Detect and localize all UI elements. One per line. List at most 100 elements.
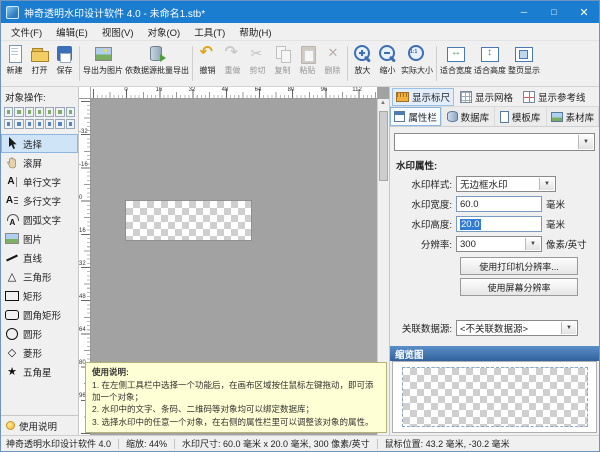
tool-diamond[interactable]: 菱形: [1, 343, 78, 362]
undo-button[interactable]: 撤销: [195, 42, 220, 85]
toolbar-label: 实际大小: [401, 65, 433, 76]
status-separator: [174, 439, 175, 449]
maximize-icon[interactable]: □: [539, 1, 569, 23]
minimize-icon[interactable]: ─: [509, 1, 539, 23]
menu-file[interactable]: 文件(F): [4, 23, 49, 40]
tool-label: 三角形: [23, 270, 52, 284]
tool-star[interactable]: 五角星: [1, 362, 78, 381]
main-content: 对象操作: 选择 滚屏 单行文字 多行文字 圆弧文字 图片: [1, 87, 599, 435]
copy-button[interactable]: 复制: [270, 42, 295, 85]
open-button[interactable]: 打开: [27, 42, 52, 85]
width-label: 水印宽度:: [394, 197, 456, 211]
watermark-height-row: 水印高度: 20.0 毫米: [390, 214, 599, 234]
tool-line[interactable]: 直线: [1, 248, 78, 267]
tab-database[interactable]: 数据库: [442, 107, 494, 126]
dpi-value: 300: [460, 239, 476, 250]
tool-circle[interactable]: 圆形: [1, 324, 78, 343]
new-button[interactable]: 新建: [2, 42, 27, 85]
object-selector-dropdown[interactable]: [394, 133, 595, 151]
move-down-layer-icon[interactable]: [35, 107, 44, 117]
tool-triangle[interactable]: 三角形: [1, 267, 78, 286]
menu-help[interactable]: 帮助(H): [232, 23, 278, 40]
chevron-down-icon[interactable]: [578, 135, 593, 149]
view-toggles: 显示标尺 显示网格 显示参考线: [390, 87, 599, 107]
paste-button[interactable]: 粘贴: [295, 42, 320, 85]
use-printer-dpi-button[interactable]: 使用打印机分辨率...: [460, 257, 578, 275]
menu-view[interactable]: 视图(V): [95, 23, 141, 40]
style-select[interactable]: 无边框水印: [456, 176, 556, 192]
tool-image[interactable]: 图片: [1, 229, 78, 248]
menu-object[interactable]: 对象(O): [140, 23, 187, 40]
undo-icon: [198, 44, 218, 64]
horizontal-ruler[interactable]: 0 16 32 48 64 80 96 112: [91, 87, 377, 99]
show-grid-toggle[interactable]: 显示网格: [456, 88, 517, 106]
dpi-select[interactable]: 300: [456, 236, 542, 252]
actual-size-button[interactable]: 实际大小: [400, 42, 434, 85]
toolbar-separator: [192, 46, 193, 81]
zoom-in-button[interactable]: 放大: [350, 42, 375, 85]
tool-single-line-text[interactable]: 单行文字: [1, 172, 78, 191]
align-middle-icon[interactable]: [45, 119, 54, 129]
usage-help-box: 使用说明: 1. 在左侧工具栏中选择一个功能后，在画布区域按住鼠标左键拖动，即可…: [85, 362, 387, 433]
menu-edit[interactable]: 编辑(E): [49, 23, 95, 40]
align-right-icon[interactable]: [25, 119, 34, 129]
image-icon: [5, 233, 19, 244]
fit-height-button[interactable]: 适合高度: [473, 42, 507, 85]
move-up-layer-icon[interactable]: [25, 107, 34, 117]
width-input[interactable]: 60.0: [456, 196, 542, 212]
assets-icon: [551, 112, 563, 122]
toolbar-label: 依数据源批量导出: [125, 65, 189, 76]
watermark-document[interactable]: [126, 201, 251, 240]
toolbar-label: 复制: [275, 65, 291, 76]
align-top-icon[interactable]: [35, 119, 44, 129]
database-icon: [447, 111, 458, 122]
tab-label: 素材库: [566, 110, 595, 124]
tab-properties[interactable]: 属性栏: [390, 107, 442, 126]
ruler-label: 0: [79, 195, 90, 201]
scrollbar-thumb[interactable]: [379, 111, 388, 181]
zoom-out-button[interactable]: 缩小: [375, 42, 400, 85]
datasource-value: <不关联数据源>: [460, 321, 528, 335]
tool-arc-text[interactable]: 圆弧文字: [1, 210, 78, 229]
tool-multi-line-text[interactable]: 多行文字: [1, 191, 78, 210]
group-icon[interactable]: [45, 107, 54, 117]
batch-export-button[interactable]: 依数据源批量导出: [124, 42, 190, 85]
tab-templates[interactable]: 模板库: [495, 107, 547, 126]
fit-width-button[interactable]: 适合宽度: [439, 42, 473, 85]
align-bottom-icon[interactable]: [55, 119, 64, 129]
fit-page-button[interactable]: 整页显示: [507, 42, 541, 85]
toolbar-label: 缩小: [380, 65, 396, 76]
bring-to-front-icon[interactable]: [4, 107, 13, 117]
show-ruler-toggle[interactable]: 显示标尺: [392, 88, 454, 106]
tool-rounded-rectangle[interactable]: 圆角矩形: [1, 305, 78, 324]
toolbar-separator: [436, 46, 437, 81]
use-screen-dpi-button[interactable]: 使用屏幕分辨率: [460, 278, 578, 296]
chevron-down-icon[interactable]: [525, 238, 540, 250]
lock-icon[interactable]: [66, 107, 75, 117]
height-input[interactable]: 20.0: [456, 216, 542, 232]
redo-button[interactable]: 重做: [220, 42, 245, 85]
save-button[interactable]: 保存: [52, 42, 77, 85]
delete-button[interactable]: 删除: [320, 42, 345, 85]
ungroup-icon[interactable]: [55, 107, 64, 117]
tool-rectangle[interactable]: 矩形: [1, 286, 78, 305]
chevron-down-icon[interactable]: [561, 322, 576, 334]
chevron-down-icon[interactable]: [539, 178, 554, 190]
show-guides-toggle[interactable]: 显示参考线: [519, 88, 590, 106]
tool-pan[interactable]: 滚屏: [1, 153, 78, 172]
menu-tools[interactable]: 工具(T): [187, 23, 232, 40]
circle-icon: [5, 327, 19, 341]
ruler-label: 48: [222, 87, 229, 93]
cut-button[interactable]: 剪切: [245, 42, 270, 85]
distribute-icon[interactable]: [66, 119, 75, 129]
tool-select[interactable]: 选择: [1, 134, 78, 153]
export-image-button[interactable]: 导出为图片: [82, 42, 124, 85]
close-icon[interactable]: ✕: [569, 1, 599, 23]
align-center-icon[interactable]: [14, 119, 23, 129]
app-window: 神奇透明水印设计软件 4.0 - 未命名1.stb* ─ □ ✕ 文件(F) 编…: [0, 0, 600, 452]
send-to-back-icon[interactable]: [14, 107, 23, 117]
help-button[interactable]: 使用说明: [1, 415, 78, 435]
tab-assets[interactable]: 素材库: [547, 107, 599, 126]
align-left-icon[interactable]: [4, 119, 13, 129]
datasource-select[interactable]: <不关联数据源>: [456, 320, 578, 336]
